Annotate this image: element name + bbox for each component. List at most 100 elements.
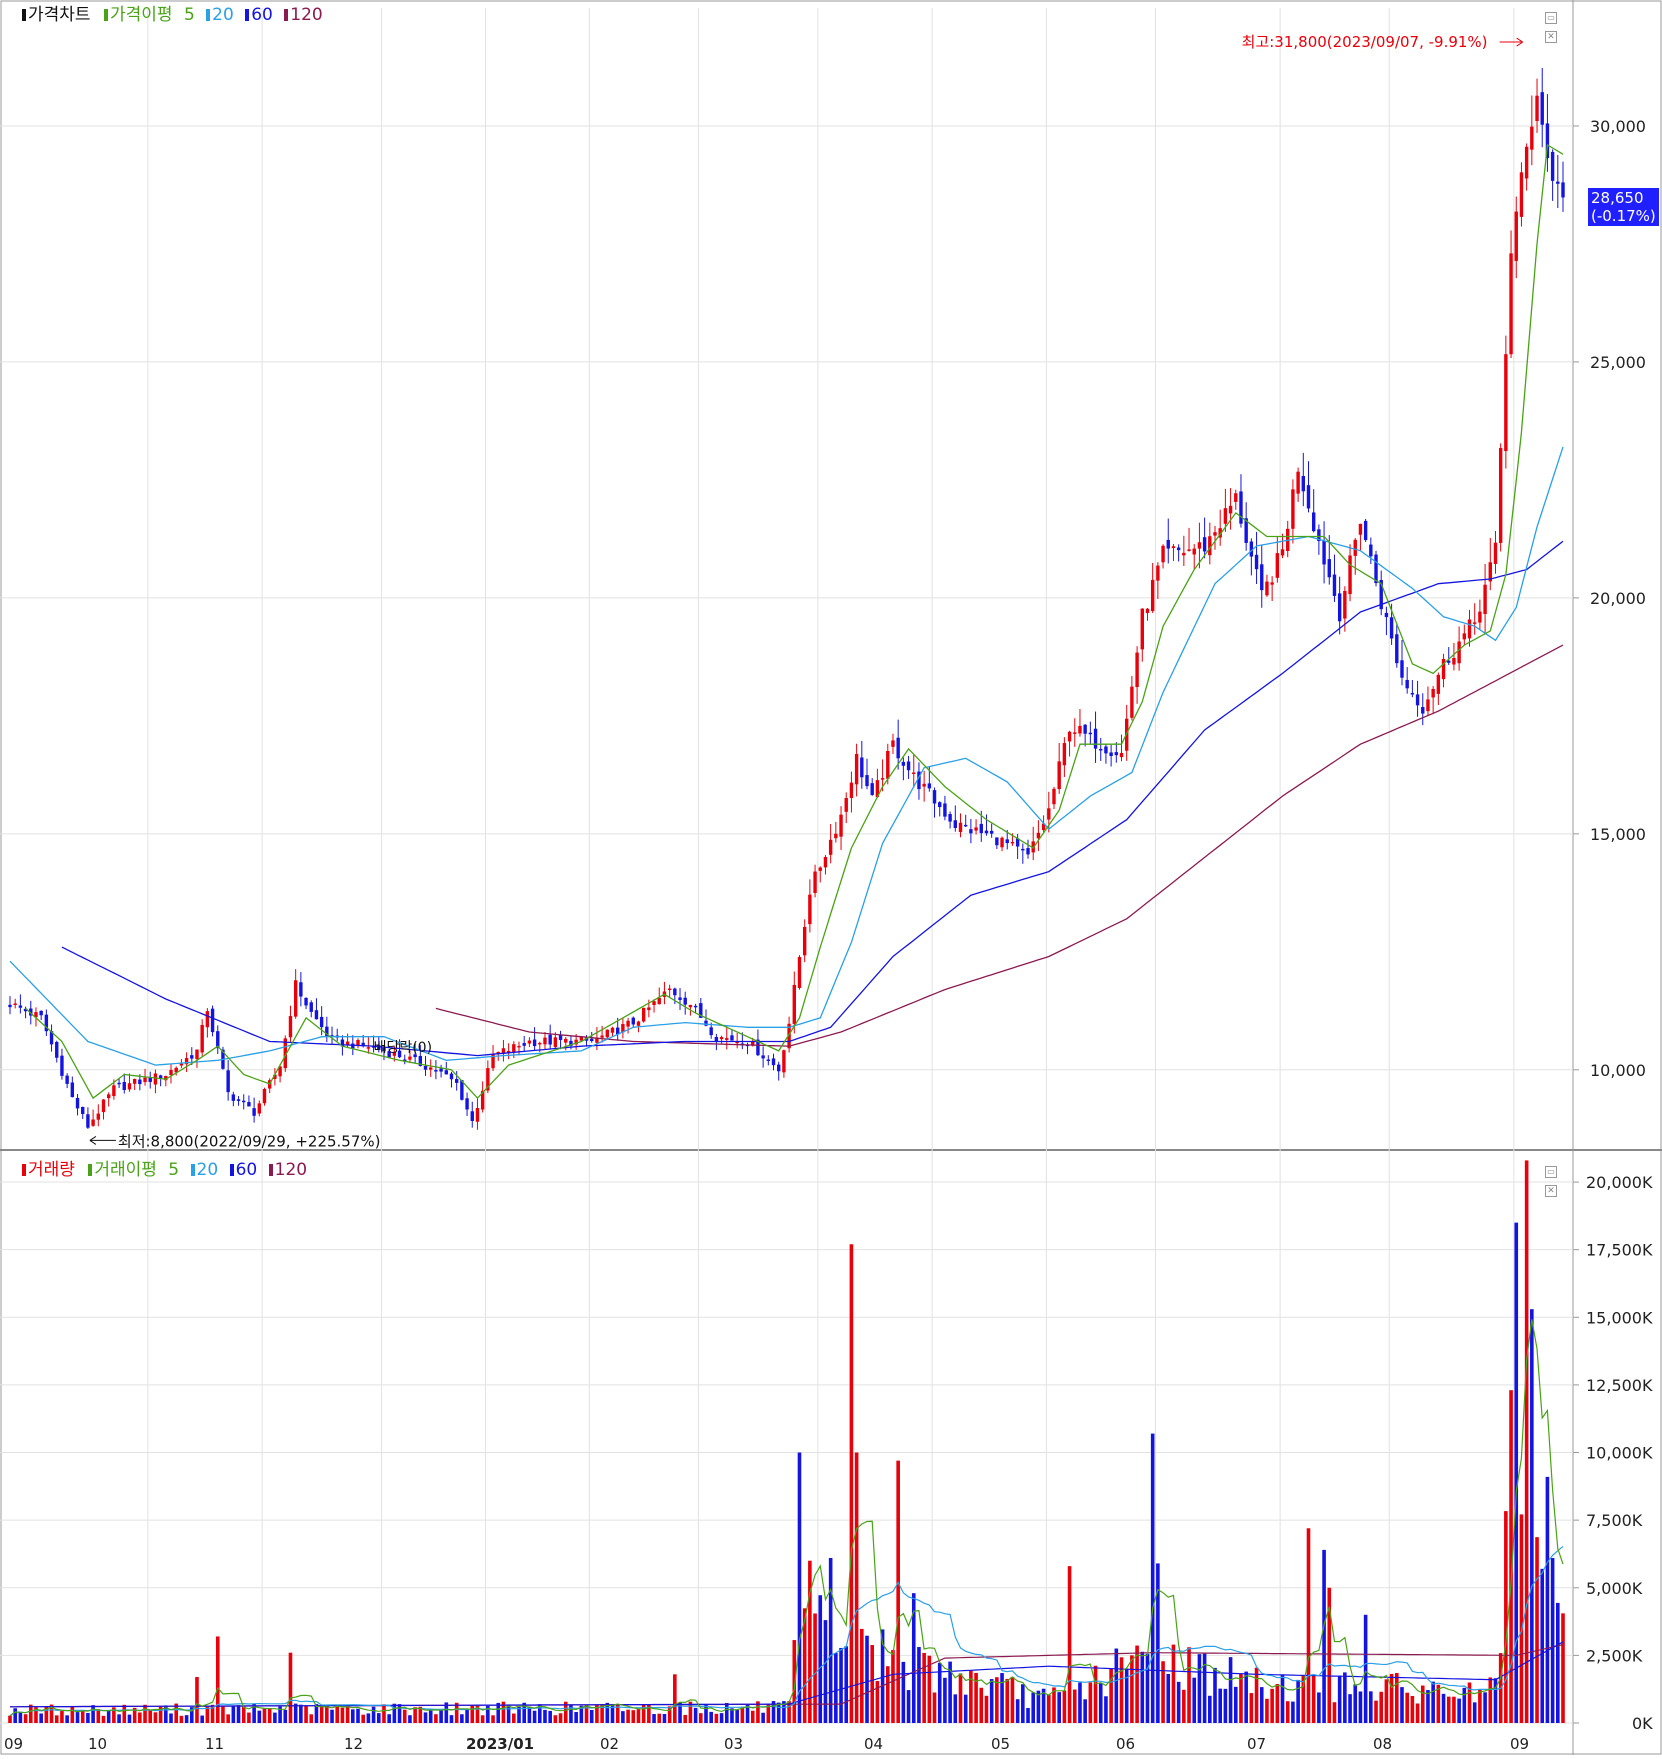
candle-body <box>777 1064 781 1072</box>
volume-bar <box>1452 1696 1456 1723</box>
candle-body <box>1270 582 1274 585</box>
volume-bar <box>262 1708 267 1723</box>
candle-body <box>1431 688 1435 698</box>
ma60-line <box>61 540 1564 1057</box>
volume-bar <box>543 1709 547 1723</box>
candle-body <box>231 1094 236 1101</box>
candle-body <box>1509 253 1513 355</box>
volume-bar <box>1015 1699 1020 1723</box>
candle-body <box>70 1082 75 1098</box>
volume-bar <box>91 1705 95 1723</box>
volume-bar <box>1384 1679 1389 1723</box>
volume-bar <box>1420 1685 1425 1723</box>
volume-bar <box>1150 1433 1155 1723</box>
volume-bar <box>1400 1687 1404 1723</box>
candle-body <box>122 1082 126 1090</box>
candle-body <box>688 1004 693 1008</box>
high-annotation: 최고:31,800(2023/09/07, -9.91%) <box>1242 33 1488 51</box>
volume-bar <box>506 1705 511 1723</box>
candle-body <box>828 839 833 855</box>
x-tick-label: 2023/01 <box>466 1735 534 1753</box>
candle-body <box>1223 508 1228 524</box>
volume-bar <box>127 1714 132 1723</box>
volume-bar <box>963 1694 968 1723</box>
volume-bar <box>1166 1673 1171 1723</box>
volume-bar <box>953 1694 958 1723</box>
candle-body <box>704 1020 708 1026</box>
volume-bar <box>1088 1682 1093 1723</box>
volume-bar <box>823 1620 828 1723</box>
volume-bar <box>439 1709 443 1723</box>
candle-body <box>195 1049 199 1060</box>
candle-body <box>1561 182 1565 198</box>
volume-tick-label: 10,000K <box>1586 1444 1653 1463</box>
candle-body <box>1452 657 1456 665</box>
candle-body <box>553 1037 558 1048</box>
volume-bar <box>392 1703 397 1723</box>
price-panel-window-buttons[interactable]: ▭ ✕ <box>1545 5 1571 43</box>
volume-bar <box>1135 1645 1139 1723</box>
volume-bar <box>1000 1673 1004 1723</box>
price-legend-ma-label: 가격이평 <box>109 5 173 25</box>
price-legend: 가격차트 가격이평 5 20 60 120 <box>22 5 325 25</box>
candle-body <box>475 1108 480 1122</box>
minimize-icon[interactable]: ▭ <box>1545 12 1557 24</box>
volume-bar <box>1093 1665 1098 1723</box>
volume-bar <box>1436 1684 1441 1723</box>
volume-legend-ma120: 120 <box>274 1160 308 1180</box>
candle-body <box>849 782 854 798</box>
volume-bar <box>1046 1694 1051 1723</box>
candle-body <box>538 1042 542 1045</box>
volume-bar <box>1415 1703 1420 1723</box>
volume-bar <box>1140 1651 1145 1723</box>
low-annotation: 최저:8,800(2022/09/29, +225.57%) <box>118 1132 381 1150</box>
volume-bar <box>517 1706 521 1723</box>
volume-bar <box>1072 1689 1077 1723</box>
volume-bar <box>413 1707 417 1723</box>
candle-body <box>1057 761 1061 790</box>
close-icon[interactable]: ✕ <box>1545 1185 1557 1197</box>
volume-bar <box>356 1708 360 1723</box>
volume-bar <box>247 1712 251 1723</box>
volume-bar <box>631 1710 636 1723</box>
volume-bar <box>1010 1676 1015 1723</box>
volume-bar <box>1301 1676 1306 1723</box>
volume-bar <box>1405 1692 1409 1723</box>
candle-body <box>1519 172 1524 217</box>
close-icon[interactable]: ✕ <box>1545 31 1557 43</box>
x-tick-label: 10 <box>88 1735 107 1753</box>
volume-bar <box>1270 1688 1274 1723</box>
candle-body <box>1478 611 1482 623</box>
volume-bar <box>704 1704 708 1723</box>
volume-bar <box>283 1709 288 1723</box>
candle-body <box>543 1037 547 1045</box>
volume-bar <box>1410 1696 1415 1723</box>
volume-bar <box>553 1715 558 1723</box>
volume-bar <box>330 1709 334 1723</box>
price-tick-label: 30,000 <box>1590 117 1646 136</box>
candle-body <box>600 1035 604 1038</box>
candle-body <box>1176 547 1181 551</box>
candle-body <box>1265 581 1269 596</box>
candle-body <box>1498 448 1503 543</box>
volume-bar <box>1083 1699 1087 1723</box>
volume-bar <box>1441 1693 1446 1723</box>
volume-bar <box>761 1712 765 1723</box>
volume-bar <box>1363 1614 1368 1723</box>
candle-body <box>1239 491 1243 524</box>
volume-bar <box>1426 1690 1430 1723</box>
x-tick-label: 12 <box>344 1735 363 1753</box>
candle-body <box>1535 95 1539 122</box>
candle-body <box>590 1038 594 1042</box>
volume-bar <box>428 1708 433 1723</box>
volume-panel-window-buttons[interactable]: ▭ ✕ <box>1545 1159 1571 1197</box>
volume-bar <box>1519 1514 1524 1723</box>
volume-bar <box>958 1673 963 1723</box>
volume-bar <box>1104 1696 1108 1723</box>
volume-bar <box>340 1707 345 1723</box>
volume-bar <box>18 1712 23 1723</box>
volume-bar <box>293 1703 298 1723</box>
minimize-icon[interactable]: ▭ <box>1545 1166 1557 1178</box>
candle-body <box>1078 725 1082 734</box>
volume-bar <box>1431 1681 1435 1723</box>
